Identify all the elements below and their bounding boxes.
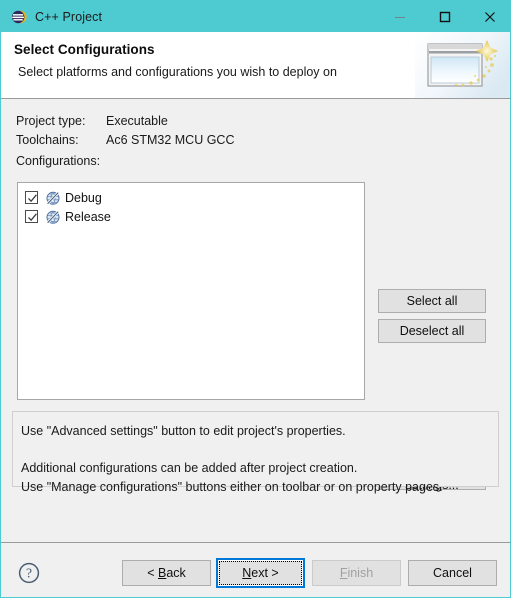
info-line-3: Use "Manage configurations" buttons eith… [21, 480, 443, 494]
info-panel: Use "Advanced settings" button to edit p… [12, 411, 499, 494]
eclipse-icon [11, 9, 27, 25]
minimize-icon[interactable] [377, 1, 422, 32]
back-button-label: < Back [147, 566, 186, 580]
info-line-2: Additional configurations can be added a… [21, 461, 358, 475]
page-title: Select Configurations [14, 42, 155, 57]
finish-button-label: Finish [339, 566, 374, 580]
configurations-label: Configurations: [16, 154, 101, 168]
svg-text:?: ? [26, 566, 32, 581]
checkbox-debug[interactable] [25, 191, 38, 204]
help-question-icon[interactable]: ? [17, 561, 41, 585]
configurations-list[interactable]: Debug Release [17, 182, 365, 400]
title-bar: C++ Project [1, 1, 510, 32]
next-button-inner: Next > [219, 561, 302, 585]
close-icon[interactable] [467, 1, 510, 32]
toolchains-label: Toolchains: [16, 133, 79, 147]
toolchains-value: Ac6 STM32 MCU GCC [106, 133, 235, 147]
wizard-header: Select Configurations Select platforms a… [1, 32, 510, 99]
checkbox-release[interactable] [25, 210, 38, 223]
project-type-value: Executable [106, 114, 168, 128]
wizard-window-sparkle-icon [415, 32, 510, 98]
wizard-body: Project type: Executable Toolchains: Ac6… [1, 99, 510, 542]
window-title: C++ Project [35, 9, 103, 24]
configuration-icon [45, 190, 61, 206]
next-button[interactable]: Next > [216, 558, 305, 588]
maximize-icon[interactable] [422, 1, 467, 32]
configuration-icon [45, 209, 61, 225]
project-type-label: Project type: [16, 114, 86, 128]
next-button-label: Next > [242, 566, 279, 580]
deselect-all-button[interactable]: Deselect all [378, 319, 486, 343]
page-subtitle: Select platforms and configurations you … [18, 65, 337, 79]
list-item[interactable]: Release [18, 207, 364, 226]
info-line-1: Use "Advanced settings" button to edit p… [21, 424, 346, 438]
back-button[interactable]: < Back [122, 560, 211, 586]
configuration-name: Debug [65, 190, 102, 205]
cpp-project-wizard-window: C++ Project Select Configurations Select… [0, 0, 511, 598]
configuration-name: Release [65, 209, 111, 224]
select-all-button[interactable]: Select all [378, 289, 486, 313]
list-item[interactable]: Debug [18, 188, 364, 207]
finish-button: Finish [312, 560, 401, 586]
cancel-button[interactable]: Cancel [408, 560, 497, 586]
